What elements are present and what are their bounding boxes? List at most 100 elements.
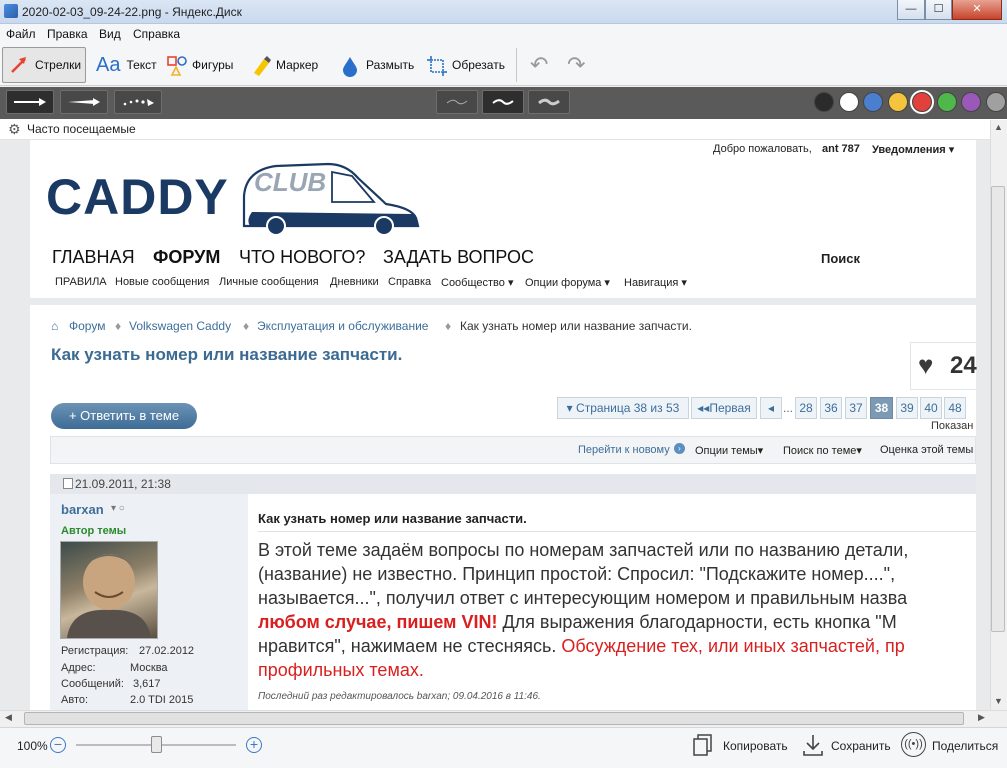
maximize-button[interactable]: ☐ — [925, 0, 952, 20]
subnav-community[interactable]: Сообщество ▾ — [441, 276, 513, 289]
color-swatch[interactable] — [838, 92, 859, 112]
text-icon: Aa — [96, 53, 121, 76]
arrow-style-solid[interactable] — [6, 90, 54, 114]
thickness-thin[interactable] — [436, 90, 478, 114]
reply-button[interactable]: + Ответить в теме — [51, 403, 197, 429]
page-link[interactable]: 39 — [896, 397, 918, 419]
info-label: Сообщений: — [61, 678, 124, 690]
color-swatch[interactable] — [863, 92, 883, 112]
arrows-tool[interactable]: Стрелки — [2, 47, 86, 83]
scroll-left-icon[interactable]: ◀ — [5, 712, 12, 723]
page-link[interactable]: 48 — [944, 397, 966, 419]
share-icon[interactable]: ((•)) — [901, 732, 926, 757]
text-tool[interactable]: Aa Текст — [90, 47, 163, 83]
arrows-tool-label: Стрелки — [35, 58, 82, 72]
save-button[interactable]: Сохранить — [831, 739, 891, 753]
color-swatch[interactable] — [814, 92, 834, 112]
subnav-blogs[interactable]: Дневники — [330, 276, 379, 288]
zoom-out-icon[interactable]: − — [50, 737, 66, 753]
arrow-style-dotted[interactable] — [114, 90, 162, 114]
message-line: называется...", получил ответ с интересу… — [258, 588, 908, 608]
shapes-tool[interactable]: Фигуры — [160, 47, 239, 83]
blur-tool[interactable]: Размыть — [334, 47, 420, 83]
undo-icon[interactable]: ↶ — [530, 52, 548, 78]
menu-file[interactable]: Файл — [6, 27, 36, 41]
copy-icon[interactable] — [692, 733, 714, 760]
page-current[interactable]: 38 — [870, 397, 893, 419]
search-link[interactable]: Поиск — [821, 251, 860, 266]
post-message: В этой теме задаём вопросы по номерам за… — [258, 538, 976, 682]
share-button[interactable]: Поделиться — [932, 739, 998, 753]
message-line: Для выражения благодарности, есть кнопка… — [497, 612, 897, 632]
menu-help[interactable]: Справка — [133, 27, 180, 41]
page-link[interactable]: 40 — [920, 397, 942, 419]
marker-icon — [250, 55, 271, 76]
redo-icon[interactable]: ↷ — [567, 52, 585, 78]
zoom-slider-thumb[interactable] — [150, 736, 162, 753]
subnav-help[interactable]: Справка — [388, 276, 431, 288]
notifications-menu[interactable]: Уведомления ▾ — [872, 143, 954, 156]
subnav-navigation[interactable]: Навигация ▾ — [624, 276, 687, 289]
subnav-new-posts[interactable]: Новые сообщения — [115, 276, 209, 288]
scroll-down-icon[interactable]: ▼ — [994, 696, 1003, 706]
thread-options-menu[interactable]: Опции темы▾ — [695, 444, 763, 457]
page-prev[interactable]: ◂ — [760, 397, 782, 419]
page-first[interactable]: ◂◂Первая — [691, 397, 757, 419]
avatar[interactable] — [60, 541, 158, 639]
scroll-right-icon[interactable]: ▶ — [978, 712, 985, 723]
arrow-style-tapered[interactable] — [60, 90, 108, 114]
message-line: (название) не известно. Принцип простой:… — [258, 564, 896, 584]
page-link[interactable]: 28 — [795, 397, 817, 419]
crop-tool[interactable]: Обрезать — [420, 47, 511, 83]
nav-forum[interactable]: ФОРУМ — [153, 247, 220, 268]
scroll-up-icon[interactable]: ▲ — [994, 122, 1003, 132]
nav-ask[interactable]: ЗАДАТЬ ВОПРОС — [383, 247, 534, 268]
goto-new-link[interactable]: Перейти к новому — [578, 444, 670, 456]
zoom-level: 100% — [17, 739, 48, 753]
breadcrumb-forum[interactable]: Форум — [69, 319, 105, 333]
bookmark-most-visited[interactable]: Часто посещаемые — [27, 122, 136, 136]
color-swatch[interactable] — [961, 92, 981, 112]
post-author[interactable]: barxan — [61, 502, 104, 517]
menu-view[interactable]: Вид — [99, 27, 121, 41]
color-swatch[interactable] — [912, 92, 932, 112]
nav-home[interactable]: ГЛАВНАЯ — [52, 247, 135, 268]
message-line: нравится", нажимаем не стесняясь. — [258, 636, 562, 656]
color-swatch[interactable] — [936, 92, 957, 112]
thickness-thick[interactable] — [528, 90, 570, 114]
crop-icon — [426, 55, 447, 76]
subnav-rules[interactable]: ПРАВИЛА — [55, 276, 107, 288]
minimize-button[interactable]: — — [897, 0, 925, 20]
vertical-scroll-thumb[interactable] — [991, 186, 1005, 632]
breadcrumb-maintenance[interactable]: Эксплуатация и обслуживание — [257, 319, 428, 333]
copy-button[interactable]: Копировать — [723, 739, 788, 753]
horizontal-scroll-thumb[interactable] — [24, 712, 964, 725]
nav-whats-new[interactable]: ЧТО НОВОГО? — [239, 247, 365, 268]
breadcrumb-caddy[interactable]: Volkswagen Caddy — [129, 319, 231, 333]
zoom-in-icon[interactable]: + — [246, 737, 262, 753]
page-link[interactable]: 36 — [820, 397, 842, 419]
user-menu-chevron-icon[interactable]: ▾ ○ — [111, 503, 125, 514]
color-swatch[interactable] — [887, 92, 908, 112]
info-label: Регистрация: — [61, 645, 129, 657]
username-link[interactable]: ant 787 — [822, 143, 860, 155]
marker-tool[interactable]: Маркер — [244, 47, 324, 83]
thread-rating-menu[interactable]: Оценка этой темы — [880, 444, 973, 456]
drop-icon — [340, 55, 360, 77]
thread-search-menu[interactable]: Поиск по теме▾ — [783, 444, 862, 457]
color-swatch[interactable] — [985, 92, 1006, 112]
site-logo-text[interactable]: CADDY — [46, 168, 229, 226]
page-summary[interactable]: ▾ Страница 38 из 53 — [557, 397, 689, 419]
page-link[interactable]: 37 — [845, 397, 867, 419]
download-icon[interactable] — [802, 733, 824, 760]
close-button[interactable]: ✕ — [952, 0, 1002, 20]
goto-new-icon[interactable]: › — [674, 443, 685, 454]
subnav-forum-options[interactable]: Опции форума ▾ — [525, 276, 610, 289]
home-icon[interactable]: ⌂ — [51, 319, 58, 333]
menu-edit[interactable]: Правка — [47, 27, 88, 41]
subnav-private-messages[interactable]: Личные сообщения — [219, 276, 319, 288]
info-value: 3,617 — [133, 678, 161, 690]
thickness-medium[interactable] — [482, 90, 524, 114]
heart-icon[interactable]: ♥ — [918, 350, 933, 381]
shapes-icon — [166, 55, 187, 76]
